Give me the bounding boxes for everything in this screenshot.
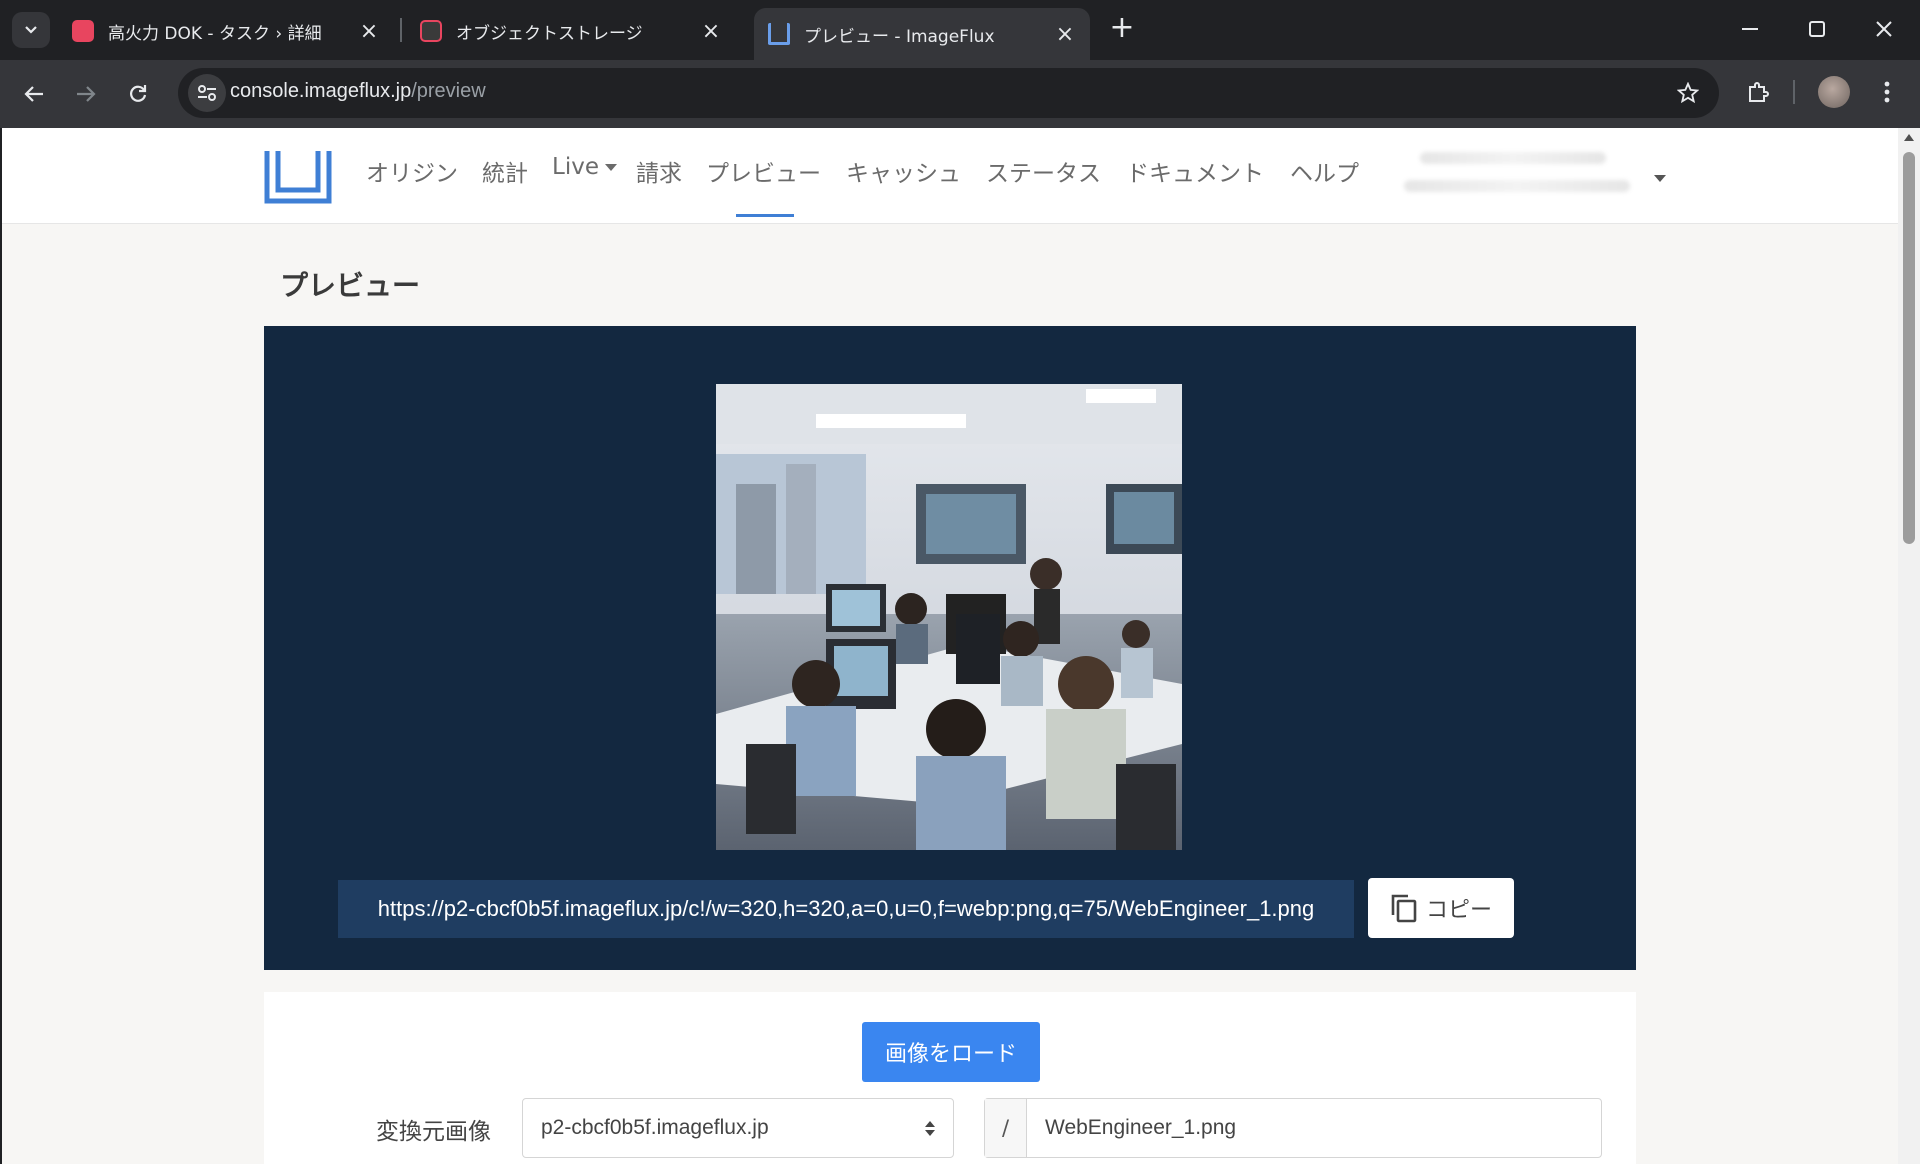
nav-origin[interactable]: オリジン bbox=[366, 154, 458, 188]
tab-title: 高火力 DOK - タスク › 詳細 bbox=[108, 23, 322, 44]
preview-url-field[interactable]: https://p2-cbcf0b5f.imageflux.jp/c!/w=32… bbox=[338, 880, 1354, 938]
extensions-button[interactable] bbox=[1740, 74, 1776, 110]
page-viewport: オリジン 統計 Live 請求 プレビュー キャッシュ ステータス ドキュメント… bbox=[2, 128, 1898, 1164]
tab-object-storage[interactable]: オブジェクトストレージ × bbox=[406, 10, 736, 52]
copy-button[interactable]: コピー bbox=[1368, 878, 1514, 938]
caret-down-icon bbox=[604, 164, 617, 171]
close-tab-icon[interactable]: × bbox=[1050, 22, 1080, 47]
puzzle-icon bbox=[1749, 82, 1769, 102]
origin-select-value: p2-cbcf0b5f.imageflux.jp bbox=[541, 1116, 769, 1139]
tune-icon bbox=[198, 85, 216, 101]
origin-select[interactable]: p2-cbcf0b5f.imageflux.jp bbox=[522, 1098, 954, 1158]
imageflux-logo[interactable] bbox=[264, 148, 332, 204]
close-window-button[interactable] bbox=[1856, 8, 1912, 50]
tab-dok[interactable]: 高火力 DOK - タスク › 詳細 × bbox=[58, 10, 394, 52]
maximize-button[interactable] bbox=[1789, 8, 1845, 50]
select-arrows-icon bbox=[925, 1121, 935, 1136]
nav-stats[interactable]: 統計 bbox=[482, 154, 528, 188]
copy-label: コピー bbox=[1425, 898, 1492, 923]
source-image-label: 変換元画像 bbox=[376, 1119, 491, 1145]
copy-icon bbox=[1391, 894, 1417, 923]
new-tab-button[interactable]: + bbox=[1105, 12, 1139, 46]
close-tab-icon[interactable]: × bbox=[354, 19, 384, 44]
scroll-up-arrow-icon[interactable] bbox=[1904, 134, 1914, 141]
user-name-redacted bbox=[1420, 152, 1606, 164]
sakura-storage-icon bbox=[420, 20, 442, 42]
page-title: プレビュー bbox=[280, 269, 421, 302]
reload-icon bbox=[130, 85, 147, 102]
nav-cache[interactable]: キャッシュ bbox=[846, 154, 961, 188]
load-image-button[interactable]: 画像をロード bbox=[862, 1022, 1040, 1082]
caret-down-icon[interactable] bbox=[1654, 175, 1666, 182]
nav-status[interactable]: ステータス bbox=[986, 154, 1101, 188]
user-menu[interactable] bbox=[1402, 142, 1672, 206]
transform-form: 画像をロード 変換元画像 p2-cbcf0b5f.imageflux.jp / … bbox=[264, 992, 1636, 1164]
nav-help[interactable]: ヘルプ bbox=[1290, 154, 1359, 188]
imageflux-icon bbox=[768, 23, 790, 45]
forward-button[interactable] bbox=[66, 74, 106, 114]
preview-image bbox=[716, 384, 1182, 850]
arrow-left-icon bbox=[24, 86, 43, 102]
path-separator: / bbox=[985, 1099, 1027, 1157]
user-email-redacted bbox=[1404, 180, 1630, 192]
minimize-icon bbox=[1742, 28, 1758, 30]
tab-search-button[interactable] bbox=[12, 12, 50, 48]
browser-toolbar: console.imageflux.jp/preview bbox=[0, 60, 1920, 128]
tab-title: オブジェクトストレージ bbox=[456, 23, 643, 44]
tab-imageflux-preview[interactable]: プレビュー - ImageFlux × bbox=[754, 8, 1090, 60]
reload-button[interactable] bbox=[118, 74, 158, 114]
source-path-input[interactable]: WebEngineer_1.png bbox=[1027, 1099, 1601, 1157]
maximize-icon bbox=[1809, 21, 1825, 37]
nav-live-dropdown[interactable]: Live bbox=[552, 154, 617, 180]
more-vert-icon bbox=[1884, 81, 1890, 103]
close-icon bbox=[1876, 21, 1892, 37]
active-nav-indicator bbox=[736, 214, 794, 217]
vertical-scrollbar[interactable] bbox=[1898, 128, 1920, 1164]
star-icon bbox=[1677, 82, 1699, 104]
nav-documents[interactable]: ドキュメント bbox=[1126, 154, 1264, 188]
office-illustration bbox=[716, 384, 1182, 850]
nav-billing[interactable]: 請求 bbox=[636, 154, 682, 188]
close-tab-icon[interactable]: × bbox=[696, 19, 726, 44]
site-info-button[interactable] bbox=[188, 74, 226, 112]
preview-panel: https://p2-cbcf0b5f.imageflux.jp/c!/w=32… bbox=[264, 326, 1636, 970]
nav-preview[interactable]: プレビュー bbox=[706, 154, 821, 188]
tab-strip: 高火力 DOK - タスク › 詳細 × オブジェクトストレージ × プレビュー… bbox=[0, 0, 1920, 60]
profile-avatar[interactable] bbox=[1818, 76, 1850, 108]
tab-title: プレビュー - ImageFlux bbox=[804, 26, 995, 47]
app-navbar: オリジン 統計 Live 請求 プレビュー キャッシュ ステータス ドキュメント… bbox=[2, 128, 1898, 224]
scrollbar-thumb[interactable] bbox=[1903, 152, 1915, 544]
minimize-button[interactable] bbox=[1722, 8, 1778, 50]
arrow-right-icon bbox=[77, 86, 96, 102]
address-bar[interactable]: console.imageflux.jp/preview bbox=[178, 68, 1719, 118]
url-host: console.imageflux.jp bbox=[230, 80, 412, 102]
source-path-group: / WebEngineer_1.png bbox=[984, 1098, 1602, 1158]
tab-divider bbox=[400, 18, 402, 42]
nav-live-label: Live bbox=[552, 154, 599, 180]
back-button[interactable] bbox=[14, 74, 54, 114]
url-text: console.imageflux.jp/preview bbox=[230, 80, 486, 103]
bookmark-star-button[interactable] bbox=[1673, 78, 1703, 108]
browser-menu-button[interactable] bbox=[1872, 74, 1902, 110]
sakura-red-icon bbox=[72, 20, 94, 42]
toolbar-divider bbox=[1793, 80, 1795, 104]
url-path: /preview bbox=[411, 80, 486, 102]
chevron-down-icon bbox=[25, 26, 37, 34]
